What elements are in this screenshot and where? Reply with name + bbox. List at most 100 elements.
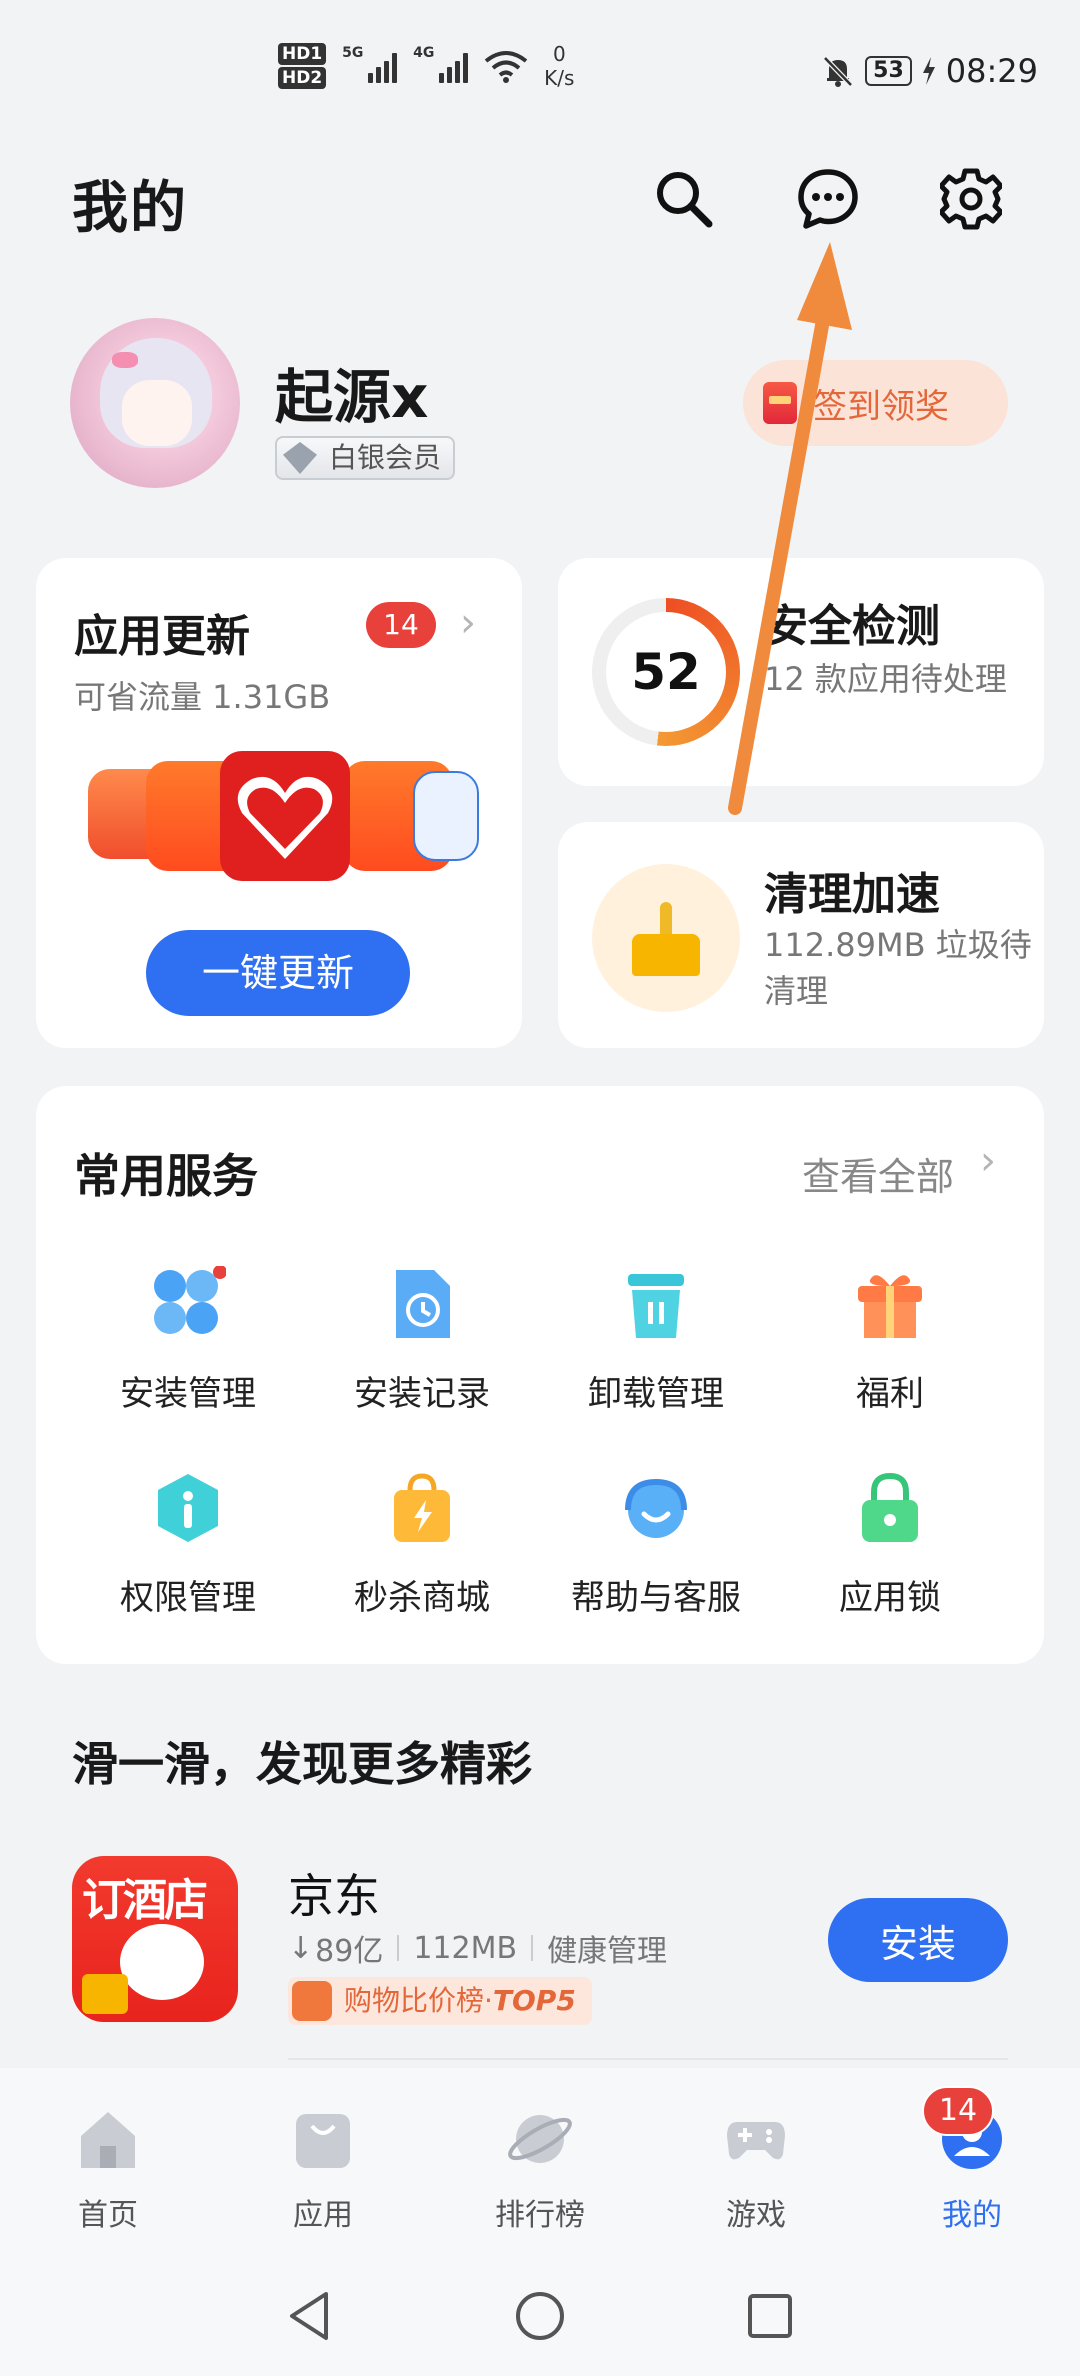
status-bar: HD1 HD2 5G 4G 0 K/s 53 08:29 bbox=[0, 0, 1080, 130]
chevron-right-icon: › bbox=[460, 600, 476, 646]
settings-icon[interactable] bbox=[935, 163, 1007, 235]
sig2-label: 4G bbox=[413, 45, 435, 61]
cleanup-card[interactable]: 清理加速 112.89MB 垃圾待清理 bbox=[558, 822, 1044, 1048]
nav-label: 应用 bbox=[293, 2198, 353, 2233]
nav-games[interactable]: 游戏 bbox=[686, 2106, 826, 2234]
service-install-history[interactable]: 安装记录 bbox=[322, 1266, 522, 1446]
message-icon[interactable] bbox=[792, 163, 864, 235]
broom-icon bbox=[592, 864, 740, 1012]
signal-4g-icon: 4G bbox=[413, 45, 469, 83]
signin-reward-button[interactable]: 签到领奖 bbox=[743, 360, 1008, 446]
sig1-label: 5G bbox=[342, 45, 364, 61]
system-navigation-bar bbox=[0, 2248, 1080, 2376]
cleanup-desc: 112.89MB 垃圾待清理 bbox=[764, 926, 1032, 1010]
flash-sale-icon bbox=[384, 1470, 460, 1546]
home-icon bbox=[81, 2112, 135, 2168]
rank-tag[interactable]: 购物比价榜·TOP5 bbox=[288, 1977, 592, 2025]
permission-icon bbox=[150, 1470, 226, 1546]
service-label: 安装管理 bbox=[120, 1374, 256, 1414]
speed-value: 0 bbox=[552, 42, 566, 66]
hd2-label: HD2 bbox=[278, 67, 327, 89]
search-icon[interactable] bbox=[648, 163, 720, 235]
signal-5g-icon: 5G bbox=[342, 45, 398, 83]
app-size: 112MB bbox=[413, 1930, 518, 1966]
nav-label: 游戏 bbox=[726, 2198, 786, 2233]
app-downloads: 89亿 bbox=[315, 1934, 384, 1969]
app-lock-icon bbox=[852, 1470, 928, 1546]
security-score-ring: 52 bbox=[592, 598, 740, 746]
nav-apps[interactable]: 应用 bbox=[253, 2106, 393, 2234]
discover-title: 滑一滑，发现更多精彩 bbox=[72, 1737, 532, 1791]
gift-icon bbox=[852, 1266, 928, 1342]
status-right: 53 08:29 bbox=[821, 52, 1038, 90]
app-update-subtitle: 可省流量 1.31GB bbox=[74, 678, 331, 716]
username[interactable]: 起源x bbox=[275, 350, 428, 434]
wifi-icon bbox=[484, 51, 528, 83]
security-check-card[interactable]: 52 安全检测 12 款应用待处理 bbox=[558, 558, 1044, 786]
service-install-manage[interactable]: 安装管理 bbox=[88, 1265, 288, 1446]
recents-icon[interactable] bbox=[742, 2288, 798, 2344]
service-uninstall[interactable]: 卸载管理 bbox=[556, 1266, 756, 1446]
member-level: 白银会员 bbox=[329, 441, 442, 474]
clock: 08:29 bbox=[945, 52, 1038, 90]
nav-label: 排行榜 bbox=[495, 2198, 585, 2233]
bottom-nav: 首页 应用 排行榜 游戏 我的 bbox=[0, 2068, 1080, 2248]
security-title: 安全检测 bbox=[764, 601, 940, 652]
cleanup-title: 清理加速 bbox=[764, 869, 940, 920]
service-permission[interactable]: 权限管理 bbox=[88, 1470, 288, 1650]
service-label: 安装记录 bbox=[354, 1374, 490, 1414]
services-title: 常用服务 bbox=[74, 1149, 258, 1203]
jd-icon-text: 订酒店 bbox=[82, 1875, 208, 1926]
app-icon-bank bbox=[413, 771, 479, 861]
support-icon bbox=[618, 1470, 694, 1546]
member-badge[interactable]: 白银会员 bbox=[275, 436, 456, 480]
bell-muted-icon bbox=[823, 56, 853, 87]
view-all-link[interactable]: 查看全部 bbox=[802, 1146, 954, 1201]
trophy-icon bbox=[292, 1981, 332, 2021]
app-update-card[interactable]: 应用更新 14 › 可省流量 1.31GB 一键更新 bbox=[36, 558, 522, 1048]
service-label: 帮助与客服 bbox=[571, 1578, 741, 1618]
back-icon[interactable] bbox=[282, 2288, 338, 2344]
common-services-card: 常用服务 查看全部 › 安装管理 安装记录 卸载管理 福利 权限管理 秒杀商城 … bbox=[36, 1086, 1044, 1664]
home-nav-icon[interactable] bbox=[512, 2288, 568, 2344]
install-button[interactable]: 安装 bbox=[828, 1898, 1008, 1982]
apps-icon bbox=[296, 2114, 350, 2168]
hd-indicators: HD1 HD2 bbox=[278, 43, 327, 89]
app-meta: ↓ 89亿 112MB 健康管理 bbox=[288, 1926, 667, 1970]
network-speed: 0 K/s bbox=[544, 42, 574, 90]
install-manage-icon bbox=[150, 1265, 227, 1342]
update-count-badge: 14 bbox=[366, 602, 436, 648]
signin-label: 签到领奖 bbox=[813, 386, 949, 427]
pending-app-icons bbox=[88, 751, 479, 881]
service-label: 权限管理 bbox=[120, 1578, 256, 1618]
install-history-icon bbox=[384, 1266, 460, 1342]
service-label: 秒杀商城 bbox=[354, 1578, 490, 1618]
uninstall-icon bbox=[618, 1266, 694, 1342]
nav-label: 首页 bbox=[78, 2198, 138, 2233]
jd-app-icon[interactable]: 订酒店 bbox=[72, 1856, 238, 2022]
service-label: 应用锁 bbox=[839, 1578, 941, 1618]
ranking-icon bbox=[508, 2115, 572, 2163]
charging-icon bbox=[922, 57, 935, 85]
battery-level: 53 bbox=[865, 56, 912, 86]
chevron-right-icon[interactable]: › bbox=[980, 1138, 996, 1184]
nav-label: 我的 bbox=[942, 2198, 1002, 2233]
nav-badge: 14 bbox=[922, 2086, 994, 2136]
app-update-title: 应用更新 bbox=[74, 611, 250, 662]
nav-ranking[interactable]: 排行榜 bbox=[470, 2106, 610, 2234]
game-icon bbox=[727, 2122, 785, 2160]
security-score: 52 bbox=[631, 643, 701, 701]
nav-home[interactable]: 首页 bbox=[38, 2106, 178, 2234]
update-all-button[interactable]: 一键更新 bbox=[146, 930, 410, 1016]
diamond-icon bbox=[283, 442, 317, 474]
app-category: 健康管理 bbox=[547, 1934, 668, 1969]
app-name[interactable]: 京东 bbox=[288, 1860, 380, 1926]
service-app-lock[interactable]: 应用锁 bbox=[790, 1470, 990, 1650]
page-title: 我的 bbox=[72, 176, 188, 241]
service-flash-sale[interactable]: 秒杀商城 bbox=[322, 1470, 522, 1650]
service-welfare[interactable]: 福利 bbox=[790, 1266, 990, 1446]
avatar[interactable] bbox=[70, 318, 240, 488]
service-help-support[interactable]: 帮助与客服 bbox=[556, 1470, 756, 1650]
security-desc: 12 款应用待处理 bbox=[764, 660, 1007, 698]
red-packet-icon bbox=[763, 382, 797, 424]
